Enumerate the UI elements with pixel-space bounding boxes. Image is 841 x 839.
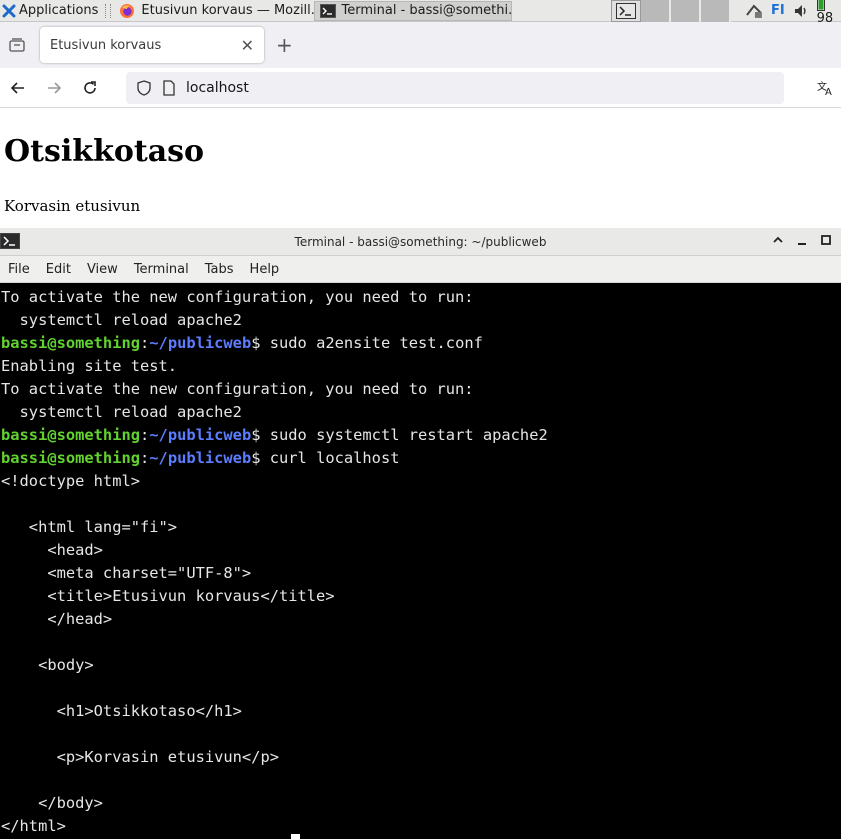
page-paragraph: Korvasin etusivun (4, 197, 141, 215)
terminal-output-line: <p>Korvasin etusivun</p> (1, 748, 279, 766)
command-text: $ sudo systemctl restart apache2 (251, 426, 548, 444)
prompt-path: ~/publicweb (149, 334, 252, 352)
menu-edit[interactable]: Edit (38, 262, 79, 277)
workspace-switcher[interactable] (611, 0, 732, 22)
url-bar[interactable]: localhost (126, 71, 784, 104)
prompt-user: bassi@something (1, 426, 140, 444)
translate-button[interactable]: 文 A (811, 80, 841, 96)
workspace-1[interactable] (611, 0, 642, 22)
forward-button[interactable] (36, 72, 72, 104)
terminal-output-line: systemctl reload apache2 (1, 311, 242, 329)
applications-menu[interactable]: Applications (0, 0, 102, 22)
terminal-app-icon (0, 233, 20, 249)
menu-view[interactable]: View (79, 262, 126, 277)
page-heading: Otsikkotaso (4, 134, 205, 169)
network-icon[interactable] (745, 3, 763, 19)
terminal-mini-icon (616, 2, 637, 19)
command-text: $ sudo a2ensite test.conf (251, 334, 483, 352)
shade-window-icon[interactable] (771, 233, 785, 247)
panel-separator (105, 3, 112, 18)
terminal-output-line: </html> (1, 817, 66, 835)
svg-text:A: A (825, 87, 832, 96)
tab-manager-icon (9, 38, 25, 52)
prompt-user: bassi@something (1, 334, 140, 352)
terminal-output-line: <meta charset="UTF-8"> (1, 564, 252, 582)
xfce-logo-icon (2, 4, 16, 17)
window-controls (771, 233, 833, 247)
translate-icon: 文 A (817, 80, 832, 96)
menu-terminal[interactable]: Terminal (126, 262, 197, 277)
terminal-output-line: <body> (1, 656, 94, 674)
terminal-output-line: <html lang="fi"> (1, 518, 178, 536)
command-text: $ curl localhost (251, 449, 400, 467)
terminal-output-line: <!doctype html> (1, 472, 140, 490)
menu-file[interactable]: File (0, 262, 38, 277)
maximize-window-icon[interactable] (819, 233, 833, 247)
shield-icon[interactable] (136, 79, 152, 96)
keyboard-layout-indicator[interactable]: FI (771, 3, 785, 18)
url-text[interactable]: localhost (186, 80, 249, 96)
terminal-output-line: </head> (1, 610, 113, 628)
prompt-path: ~/publicweb (149, 426, 252, 444)
close-tab-icon[interactable]: ✕ (241, 36, 254, 55)
terminal-output-line: To activate the new configuration, you n… (1, 380, 474, 398)
browser-tab[interactable]: Etusivun korvaus ✕ (40, 27, 264, 63)
reload-button[interactable] (72, 72, 108, 104)
workspace-4[interactable] (701, 0, 732, 22)
taskbar-firefox-label: Etusivun korvaus — Mozill... (141, 3, 314, 18)
terminal-cursor (291, 834, 300, 839)
list-all-tabs-button[interactable] (2, 30, 32, 60)
terminal-output-line: systemctl reload apache2 (1, 403, 242, 421)
reload-icon (84, 80, 96, 94)
workspace-3[interactable] (671, 0, 702, 22)
terminal-command-line: bassi@something:~/publicweb$ sudo system… (1, 426, 548, 444)
menu-tabs[interactable]: Tabs (197, 262, 242, 277)
prompt-user: bassi@something (1, 449, 140, 467)
firefox-icon (120, 3, 135, 18)
firefox-window: Etusivun korvaus ✕ + localhost 文 A Otsik… (0, 22, 841, 229)
minimize-window-icon[interactable] (795, 233, 809, 247)
forward-arrow-icon (48, 81, 62, 94)
terminal-menubar: File Edit View Terminal Tabs Help (0, 256, 841, 283)
back-arrow-icon (10, 81, 24, 94)
taskbar-firefox-button[interactable]: Etusivun korvaus — Mozill... (114, 1, 314, 21)
terminal-output-line: <title>Etusivun korvaus</title> (1, 587, 335, 605)
workspace-2[interactable] (641, 0, 672, 22)
terminal-window: Terminal - bassi@something: ~/publicweb … (0, 228, 841, 839)
terminal-output-line: </body> (1, 794, 103, 812)
prompt-path: ~/publicweb (149, 449, 252, 467)
terminal-output-line: To activate the new configuration, you n… (1, 288, 474, 306)
taskbar-terminal-button[interactable]: Terminal - bassi@somethi... (313, 0, 512, 21)
terminal-command-line: bassi@something:~/publicweb$ curl localh… (1, 449, 400, 467)
taskbar-terminal-label: Terminal - bassi@somethi... (341, 3, 512, 18)
terminal-output-line: <h1>Otsikkotaso</h1> (1, 702, 242, 720)
terminal-output[interactable]: To activate the new configuration, you n… (0, 283, 841, 838)
top-panel: Applications Etusivun korvaus — Mozill..… (0, 0, 841, 26)
page-icon[interactable] (162, 79, 176, 96)
terminal-output-line: <head> (1, 541, 103, 559)
terminal-command-line: bassi@something:~/publicweb$ sudo a2ensi… (1, 334, 483, 352)
volume-icon[interactable] (793, 3, 809, 19)
menu-help[interactable]: Help (242, 262, 288, 277)
applications-label: Applications (19, 3, 99, 18)
battery-icon (816, 0, 825, 11)
terminal-icon (319, 3, 336, 18)
terminal-title: Terminal - bassi@something: ~/publicweb (294, 234, 547, 249)
tab-title: Etusivun korvaus (50, 37, 162, 53)
navigation-bar: localhost 文 A (0, 68, 841, 108)
back-button[interactable] (0, 72, 36, 104)
terminal-titlebar[interactable]: Terminal - bassi@something: ~/publicweb (0, 228, 841, 256)
terminal-output-line: Enabling site test. (1, 357, 178, 375)
tab-strip: Etusivun korvaus ✕ + (0, 22, 841, 68)
new-tab-button[interactable]: + (276, 33, 293, 57)
web-page-content: Otsikkotaso Korvasin etusivun (0, 134, 841, 215)
